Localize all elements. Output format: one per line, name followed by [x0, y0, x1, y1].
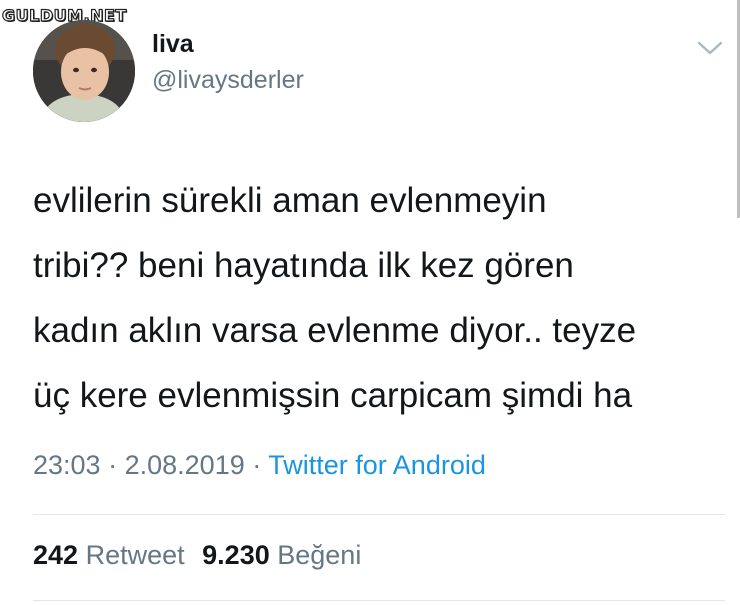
tweet-text: evlilerin sürekli aman evlenmeyin tribi?…	[33, 168, 733, 428]
tweet-line: tribi?? beni hayatında ilk kez gören	[33, 246, 574, 285]
avatar-image	[33, 20, 135, 122]
watermark-logo: GULDUM.NET	[1, 5, 127, 25]
tweet-line: kadın aklın varsa evlenme diyor.. teyze	[33, 311, 637, 350]
user-handle[interactable]: @livaysderler	[152, 66, 304, 95]
meta-separator: ·	[252, 450, 262, 480]
retweet-count[interactable]: 242	[33, 540, 78, 570]
tweet-date[interactable]: 2.08.2019	[125, 450, 245, 480]
tweet-source-link[interactable]: Twitter for Android	[268, 450, 486, 480]
tweet-time[interactable]: 23:03	[33, 450, 101, 480]
tweet-line: üç kere evlenmişsin carpicam şimdi ha	[33, 376, 633, 415]
divider	[33, 514, 725, 515]
display-name[interactable]: liva	[152, 30, 194, 59]
divider	[33, 600, 725, 601]
retweet-label[interactable]: Retweet	[86, 540, 185, 570]
like-label[interactable]: Beğeni	[277, 540, 361, 570]
avatar[interactable]	[33, 20, 135, 122]
chevron-down-icon[interactable]	[697, 40, 723, 56]
like-count[interactable]: 9.230	[202, 540, 270, 570]
tweet-meta: 23:03 · 2.08.2019 · Twitter for Android	[33, 450, 486, 481]
tweet-line: evlilerin sürekli aman evlenmeyin	[33, 181, 547, 220]
meta-separator: ·	[108, 450, 118, 480]
tweet-stats: 242 Retweet 9.230 Beğeni	[33, 540, 361, 571]
